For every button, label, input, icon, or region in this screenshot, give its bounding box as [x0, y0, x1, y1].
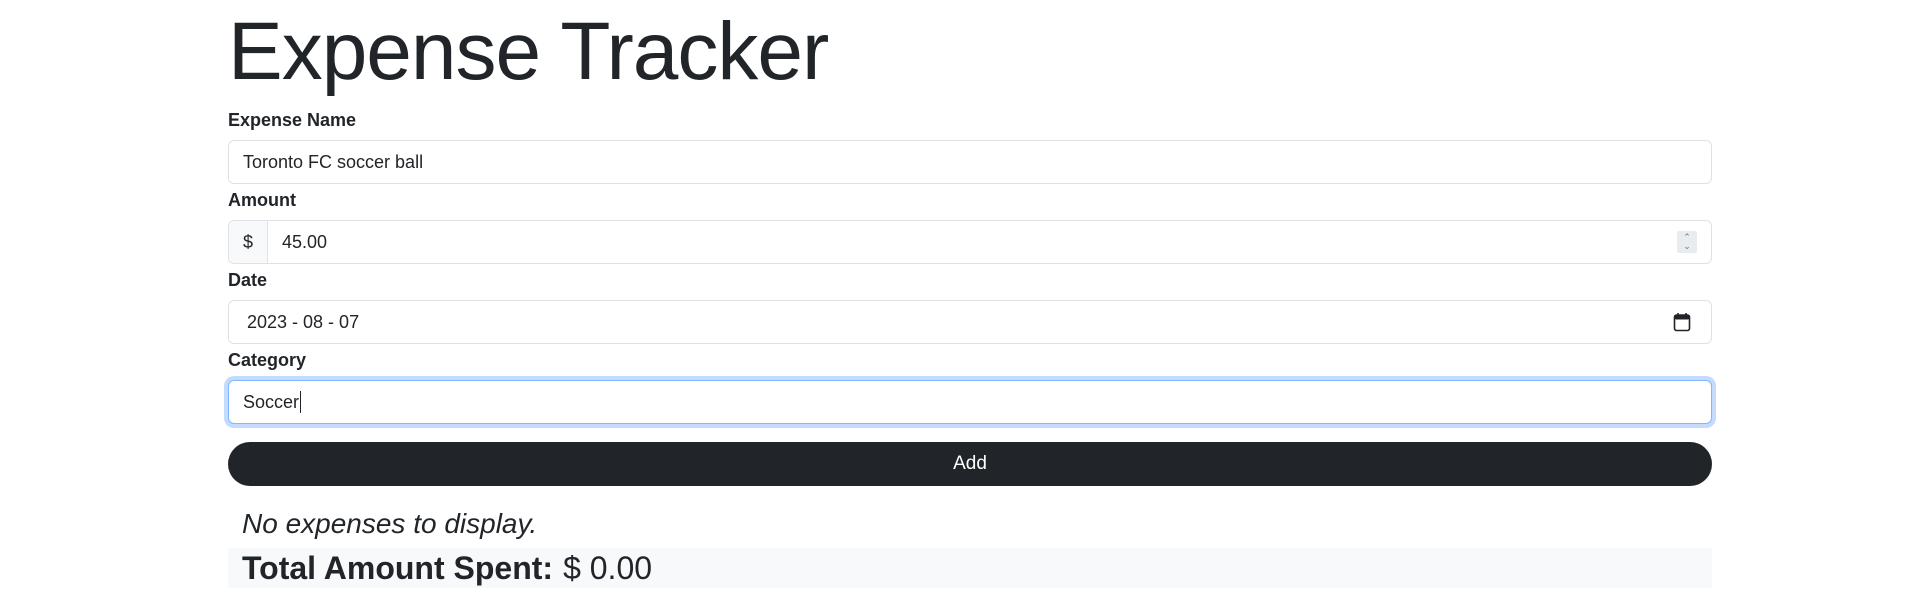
total-label: Total Amount Spent:: [242, 549, 554, 586]
date-value: 2023 - 08 - 07: [247, 311, 360, 332]
spinner-down-icon[interactable]: ⌄: [1683, 242, 1691, 251]
amount-input-group: $ 45.00 ⌃ ⌄: [228, 220, 1712, 264]
spinner-icon[interactable]: ⌃ ⌄: [1677, 231, 1697, 253]
text-caret: [300, 391, 302, 413]
add-button[interactable]: Add: [228, 442, 1712, 486]
expense-form: Expense Name Toronto FC soccer ball Amou…: [228, 108, 1712, 486]
expense-tracker-app: Expense Tracker Expense Name Toronto FC …: [228, 0, 1712, 588]
empty-expenses-message: No expenses to display.: [242, 508, 538, 539]
category-label: Category: [228, 350, 307, 370]
amount-input[interactable]: 45.00 ⌃ ⌄: [268, 221, 1711, 263]
amount-value: 45.00: [282, 231, 328, 252]
amount-label: Amount: [228, 190, 296, 210]
currency-prefix: $: [229, 221, 268, 263]
expense-name-value: Toronto FC soccer ball: [243, 151, 424, 172]
calendar-icon[interactable]: [1673, 312, 1691, 332]
total-value: $ 0.00: [563, 549, 653, 586]
category-input[interactable]: Soccer: [228, 380, 1712, 424]
expense-name-label: Expense Name: [228, 110, 357, 130]
expense-name-input[interactable]: Toronto FC soccer ball: [228, 140, 1712, 184]
page-title: Expense Tracker: [228, 6, 829, 97]
total-summary: Total Amount Spent: $ 0.00: [228, 548, 1712, 588]
date-input[interactable]: 2023 - 08 - 07: [228, 300, 1712, 344]
category-value: Soccer: [243, 391, 300, 412]
date-label: Date: [228, 270, 268, 290]
